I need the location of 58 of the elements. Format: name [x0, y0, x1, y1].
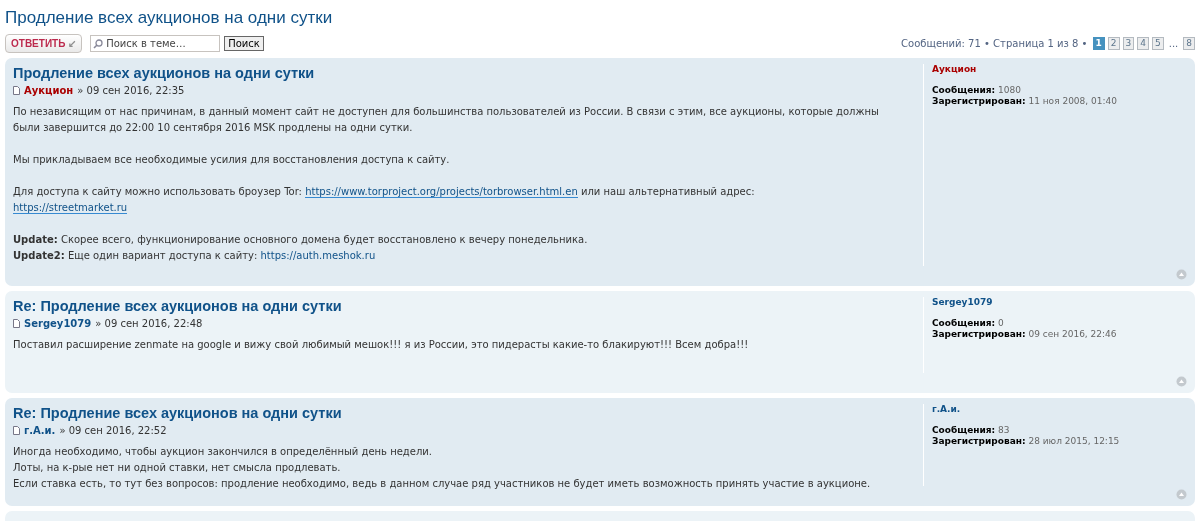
author-link[interactable]: Sergey1079 — [932, 297, 1187, 308]
post-title[interactable]: Продление всех аукционов на одни сутки — [13, 64, 903, 82]
page-ellipsis: ... — [1168, 37, 1179, 49]
post-link[interactable]: https://streetmarket.ru — [13, 202, 128, 214]
post-title[interactable]: Re: Продление всех аукционов на одни сутки — [13, 297, 903, 315]
post-text: Лоты, на к-рые нет ни одной ставки, нет смысла продлевать. — [13, 462, 341, 473]
post-icon — [13, 86, 20, 95]
search-field[interactable]: Поиск в теме… — [90, 34, 221, 52]
post-text: Для доступа к сайту можно использовать броузер Tor: — [13, 186, 303, 197]
post-text: Update2: — [13, 250, 65, 261]
post-text: или наш альтернативный адрес: — [579, 186, 755, 197]
page-link[interactable]: 5 — [1152, 36, 1164, 50]
page-link[interactable]: 3 — [1122, 36, 1135, 50]
post-date: » 09 сен 2016, 22:35 — [77, 85, 185, 96]
post-text: Update: — [13, 234, 58, 245]
page-link[interactable]: 2 — [1107, 36, 1120, 50]
search-icon — [93, 38, 104, 49]
author-link[interactable]: Sergey1079 — [24, 318, 92, 329]
author-link[interactable]: г.А.и. — [24, 425, 56, 436]
post-title[interactable]: Re: Продление всех аукционов на одни сутки — [13, 404, 903, 422]
post-text: Мы прикладываем все необходимые усилия для восстановления доступа к сайту. — [13, 154, 450, 165]
profile-label: Сообщения: — [932, 85, 996, 95]
profile-label: Зарегистрирован: — [932, 96, 1026, 106]
author-link[interactable]: Аукцион — [932, 64, 1187, 75]
post-text: Иногда необходимо, чтобы аукцион закончился в определённый день недели. — [13, 446, 432, 457]
back-to-top-icon[interactable] — [1176, 269, 1187, 280]
profile-value: 1080 — [998, 85, 1021, 95]
post-date: » 09 сен 2016, 22:48 — [95, 318, 203, 329]
post-text: Если ставка есть, то тут без вопросов: продление необходимо, ведь в данном случае ряд участников не будет иметь возможность принять участие в аукционе. — [13, 478, 871, 489]
profile-label: Сообщения: — [932, 425, 996, 435]
post-link[interactable]: https://www.torproject.org/projects/torbrowser.html.en — [305, 186, 578, 198]
post-date: » 09 сен 2016, 22:52 — [59, 425, 167, 436]
topic-title: Продление всех аукционов на одни сутки — [5, 7, 334, 28]
post-text: Скорее всего, функционирование основного домена будет восстановлено к вечеру понедельника. — [59, 234, 588, 245]
author-link[interactable]: Аукцион — [24, 85, 74, 96]
profile-value: 83 — [998, 425, 1010, 435]
profile-value: 09 сен 2016, 22:46 — [1028, 329, 1117, 339]
post-count-summary: Сообщений: 71 • Страница 1 из 8 • — [901, 37, 1088, 49]
author-link[interactable]: г.А.и. — [932, 404, 1187, 415]
back-to-top-icon[interactable] — [1176, 489, 1187, 500]
back-to-top-icon[interactable] — [1176, 376, 1187, 387]
profile-value: 0 — [998, 318, 1004, 328]
post-icon — [13, 426, 20, 435]
page-link[interactable]: 1 — [1092, 36, 1105, 50]
reply-button[interactable]: ОТВЕТИТЬ ↙ — [5, 33, 83, 53]
profile-label: Зарегистрирован: — [932, 329, 1026, 339]
post-text: По независящим от нас причинам, в данный момент сайт не доступен для большинства пользователей из России. В связи с этим, все аукционы, которые должны были завершится до 22:00 10 сентября 2016 MSK продлены на одни сутки. — [13, 106, 879, 133]
profile-label: Зарегистрирован: — [932, 436, 1026, 446]
profile-label: Сообщения: — [932, 318, 996, 328]
post-text: Еще один вариант доступа к сайту: — [66, 250, 259, 261]
post-link[interactable]: https://auth.meshok.ru — [260, 250, 376, 261]
post-icon — [13, 319, 20, 328]
post-text: Поставил расширение zenmate на google и вижу свой любимый мешок!!! я из России, это пидерасты какие-то блакируют!!! Всем добра!!! — [13, 339, 749, 350]
page-link[interactable]: 8 — [1183, 36, 1195, 50]
profile-value: 11 ноя 2008, 01:40 — [1028, 96, 1117, 106]
page-link[interactable]: 4 — [1137, 36, 1149, 50]
search-button[interactable]: Поиск — [224, 35, 264, 51]
profile-value: 28 июл 2015, 12:15 — [1028, 436, 1120, 446]
